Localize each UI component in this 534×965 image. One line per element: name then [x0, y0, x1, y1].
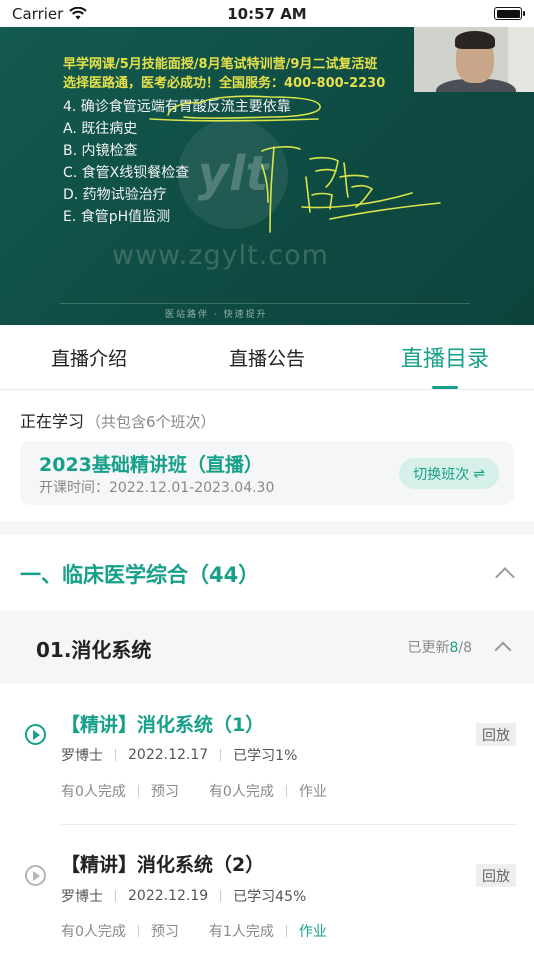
chevron-up-icon[interactable]	[494, 641, 512, 659]
board-rule	[60, 303, 470, 304]
current-class-card: 2023基础精讲班（直播） 开课时间：2022.12.01-2023.04.30…	[20, 441, 514, 505]
homework-link[interactable]: 作业	[299, 921, 327, 941]
lesson-date: 2022.12.19	[128, 888, 209, 904]
studying-section: 正在学习 （共包含6个班次） 2023基础精讲班（直播） 开课时间：2022.12…	[0, 390, 534, 520]
webcam-background	[508, 27, 534, 92]
studying-class-count: （共包含6个班次）	[86, 413, 216, 431]
preview-done-count: 有0人完成	[61, 924, 126, 940]
meta-divider	[285, 785, 287, 797]
lesson-teacher: 罗博士	[61, 889, 103, 905]
chevron-up-icon[interactable]	[495, 567, 515, 587]
play-triangle	[33, 870, 40, 881]
lesson-date: 2022.12.17	[128, 747, 209, 763]
lesson-item[interactable]: 【精讲】消化系统（2） 罗博士 2022.12.19 已学习45% 有0人完成 …	[0, 825, 534, 965]
switch-class-label: 切换班次	[413, 466, 470, 483]
meta-divider	[220, 749, 222, 761]
tab-catalog[interactable]: 直播目录	[356, 325, 534, 389]
lesson-item[interactable]: 【精讲】消化系统（1） 罗博士 2022.12.17 已学习1% 有0人完成 预…	[0, 684, 534, 824]
live-video-player[interactable]: ylt 早学网课/5月技能面授/8月笔试特训营/9月二试复活班 选择医路通，医考…	[0, 27, 534, 325]
lesson-tasks: 有0人完成 预习 有0人完成 作业	[61, 781, 327, 801]
webcam-teacher-hair	[455, 31, 495, 49]
replay-badge[interactable]: 回放	[476, 723, 516, 746]
meta-divider	[220, 890, 222, 902]
class-date: 开课时间：2022.12.01-2023.04.30	[39, 480, 275, 496]
section-progress-prefix: 已更新	[407, 640, 450, 656]
status-right	[494, 7, 525, 20]
play-triangle	[33, 729, 40, 740]
battery-fill	[496, 9, 520, 18]
preview-link[interactable]: 预习	[151, 781, 179, 801]
switch-class-button[interactable]: 切换班次 ⇌	[399, 458, 499, 489]
chapter-header[interactable]: 一、临床医学综合（44）	[0, 535, 534, 611]
section-title: 01.消化系统	[36, 638, 152, 662]
teacher-webcam[interactable]	[414, 27, 534, 92]
meta-divider	[285, 925, 287, 937]
section-progress: 已更新8/8	[407, 637, 472, 657]
preview-done-count: 有0人完成	[61, 784, 126, 800]
meta-divider	[115, 749, 116, 761]
meta-divider	[115, 890, 116, 902]
preview-link[interactable]: 预习	[151, 921, 179, 941]
studying-label-text: 正在学习	[20, 412, 85, 431]
homework-link[interactable]: 作业	[299, 781, 327, 801]
lesson-title: 【精讲】消化系统（2）	[61, 854, 265, 876]
meta-divider	[137, 785, 139, 797]
tab-announcement[interactable]: 直播公告	[178, 325, 356, 389]
lesson-studied: 已学习45%	[233, 889, 307, 905]
lesson-title: 【精讲】消化系统（1）	[61, 714, 265, 736]
lesson-teacher: 罗博士	[61, 748, 103, 764]
lesson-tasks: 有0人完成 预习 有1人完成 作业	[61, 921, 327, 941]
play-icon[interactable]	[25, 724, 46, 745]
tab-intro[interactable]: 直播介绍	[0, 325, 178, 389]
wifi-icon	[69, 7, 88, 20]
board-footer: 医站路伴 · 快速提升	[165, 310, 268, 320]
carrier-label: Carrier	[12, 4, 64, 23]
meta-divider	[137, 925, 139, 937]
homework-done-count: 有1人完成	[208, 924, 274, 940]
status-bar: Carrier 10:57 AM	[0, 0, 534, 27]
class-name: 2023基础精讲班（直播）	[39, 454, 263, 476]
status-left: Carrier	[12, 4, 88, 23]
homework-done-count: 有0人完成	[208, 784, 274, 800]
replay-badge[interactable]: 回放	[476, 864, 516, 887]
section-gap	[0, 521, 534, 535]
studying-label: 正在学习 （共包含6个班次）	[20, 408, 216, 432]
chapter-title: 一、临床医学综合（44）	[20, 563, 260, 587]
play-icon[interactable]	[25, 865, 46, 886]
lesson-studied: 已学习1%	[233, 748, 298, 764]
battery-icon	[494, 7, 525, 20]
switch-icon: ⇌	[473, 465, 485, 482]
tab-bar: 直播介绍 直播公告 直播目录	[0, 325, 534, 390]
lesson-meta: 罗博士 2022.12.17 已学习1%	[61, 745, 297, 765]
section-header[interactable]: 01.消化系统 已更新8/8	[0, 611, 534, 684]
section-progress-total: /8	[458, 640, 472, 656]
lesson-meta: 罗博士 2022.12.19 已学习45%	[61, 886, 306, 906]
